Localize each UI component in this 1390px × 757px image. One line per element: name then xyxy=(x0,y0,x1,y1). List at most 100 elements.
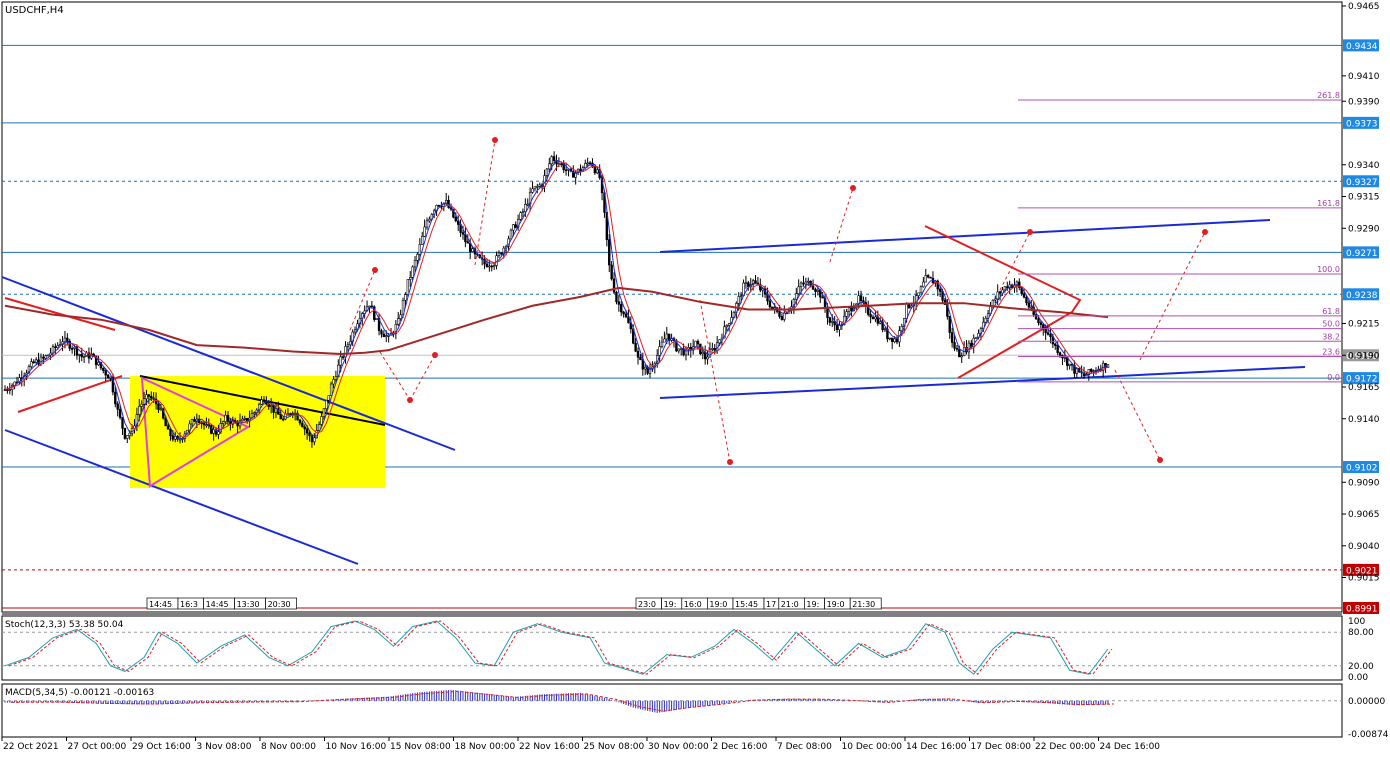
candle-body xyxy=(399,314,402,319)
price-tick-label: 0.9140 xyxy=(1348,415,1380,425)
candle-body xyxy=(584,163,587,169)
time-tag-label: 23:0 xyxy=(638,600,656,609)
candle-body xyxy=(552,156,556,161)
candle-body xyxy=(1054,343,1057,346)
candle-body xyxy=(893,338,896,342)
price-tag-label: 0.9102 xyxy=(1346,464,1378,474)
candle-body xyxy=(545,168,549,176)
price-tick-label: 0.9465 xyxy=(1348,2,1380,12)
time-tag-label: 21:0 xyxy=(781,600,799,609)
price-tag-label: 0.8991 xyxy=(1346,605,1378,615)
candle-body xyxy=(797,286,800,294)
candle-body xyxy=(138,406,141,415)
candle-body xyxy=(701,351,704,355)
candle-body xyxy=(66,337,69,342)
candle-body xyxy=(509,229,513,240)
price-tick-label: 0.9040 xyxy=(1348,542,1380,552)
arrow-head xyxy=(372,267,378,273)
candle-body xyxy=(804,281,808,285)
arrow-head xyxy=(492,137,498,143)
candle-body xyxy=(42,356,45,359)
time-tag-label: 14:45 xyxy=(149,600,172,609)
candle-body xyxy=(524,204,527,212)
price-tick-label: 0.9315 xyxy=(1348,193,1380,203)
candle-body xyxy=(409,276,412,280)
candle-body xyxy=(70,348,74,350)
candle-body xyxy=(346,344,350,347)
candle-body xyxy=(1056,345,1059,353)
candle-body xyxy=(375,318,378,320)
candle-body xyxy=(958,348,961,358)
stoch-label: Stoch(12,3,3) 53.38 50.04 xyxy=(5,620,124,630)
candle-body xyxy=(1003,286,1007,291)
price-tick-label: 0.9165 xyxy=(1348,383,1380,393)
candle-body xyxy=(548,163,551,170)
candle-body xyxy=(1085,374,1088,376)
fib-label: 0.0 xyxy=(1327,373,1340,382)
candle-body xyxy=(341,356,345,359)
candle-body xyxy=(205,424,208,427)
candle-body xyxy=(73,346,76,349)
candle-body xyxy=(1092,370,1095,372)
candle-body xyxy=(634,342,637,352)
candle-body xyxy=(780,316,784,320)
candle-body xyxy=(950,332,954,343)
candle-body xyxy=(895,338,899,343)
candle-body xyxy=(879,321,882,324)
candle-body xyxy=(512,224,515,231)
candle-body xyxy=(850,307,853,311)
candle-body xyxy=(744,282,748,285)
trading-chart[interactable]: 261.8 161.8 100.0 61.8 50.0 38.2 23.6 0.0 Stoch… xyxy=(0,0,1390,757)
macd-tick-label: 0.00000 xyxy=(1348,697,1385,707)
candle-body xyxy=(917,292,920,296)
candle-body xyxy=(588,162,592,165)
candle-body xyxy=(428,218,431,222)
candle-body xyxy=(586,162,589,165)
price-tick-label: 0.9065 xyxy=(1348,510,1380,520)
candle-body xyxy=(289,413,292,415)
time-label: 8 Nov 00:00 xyxy=(261,742,316,752)
candle-body xyxy=(608,239,611,266)
time-label: 14 Dec 16:00 xyxy=(906,742,967,752)
candle-body xyxy=(888,337,891,340)
candle-body xyxy=(998,291,1002,294)
candle-body xyxy=(773,307,776,309)
candle-body xyxy=(948,316,951,333)
candle-body xyxy=(826,308,829,318)
candle-body xyxy=(694,340,697,347)
candle-body xyxy=(883,328,887,331)
candle-body xyxy=(768,300,772,308)
time-tag-label: 19:0 xyxy=(827,600,845,609)
time-tag-label: 14:45 xyxy=(206,600,229,609)
candle-body xyxy=(368,305,371,308)
candle-body xyxy=(924,275,927,283)
candle-body xyxy=(550,156,553,165)
candle-body xyxy=(298,419,302,424)
candle-body xyxy=(325,399,328,410)
candle-body xyxy=(485,263,489,267)
price-tag-label: 0.9238 xyxy=(1346,291,1378,301)
candle-body xyxy=(121,417,124,429)
candle-body xyxy=(461,232,465,235)
candle-body xyxy=(305,428,309,434)
candle-body xyxy=(845,311,848,317)
candle-body xyxy=(262,399,266,402)
time-tag-label: 19: xyxy=(806,600,819,609)
candle-body xyxy=(955,347,959,350)
candle-body xyxy=(926,275,930,278)
candle-body xyxy=(78,354,81,356)
candle-body xyxy=(922,281,925,288)
candle-body xyxy=(423,226,426,237)
candle-body xyxy=(521,211,525,213)
candle-body xyxy=(425,220,429,228)
fib-label: 38.2 xyxy=(1322,332,1340,341)
candle-body xyxy=(996,291,999,300)
time-label: 22 Dec 00:00 xyxy=(1035,742,1096,752)
price-tick-label: 0.9410 xyxy=(1348,72,1380,82)
candle-body xyxy=(500,252,503,255)
candle-body xyxy=(322,408,326,417)
candle-body xyxy=(564,169,568,172)
candle-body xyxy=(281,418,285,421)
time-label: 18 Nov 00:00 xyxy=(455,742,516,752)
candle-body xyxy=(1049,334,1052,337)
